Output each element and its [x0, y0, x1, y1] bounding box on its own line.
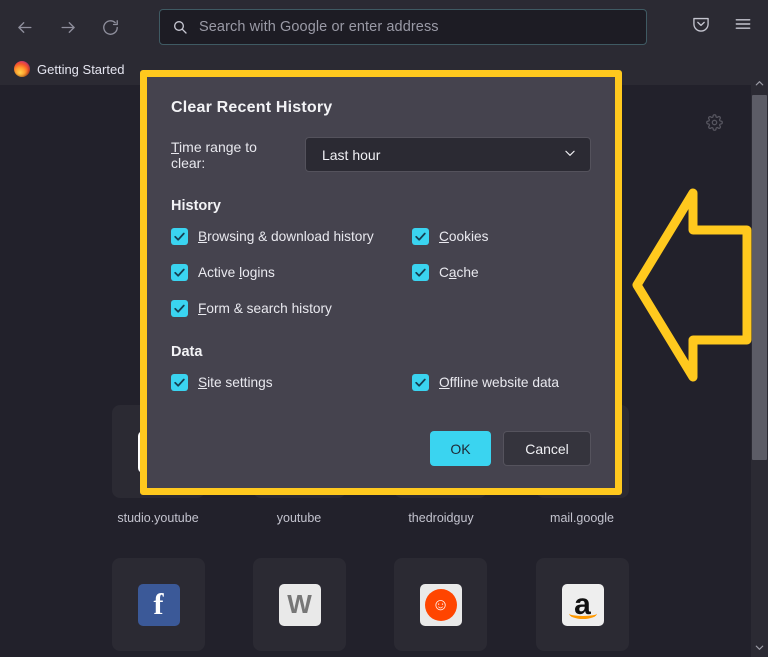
reddit-icon: ☺ [419, 583, 462, 626]
pocket-icon [691, 14, 711, 39]
bookmark-getting-started[interactable]: Getting Started [9, 59, 129, 79]
arrow-right-icon [59, 18, 78, 37]
time-range-selected-value: Last hour [321, 146, 381, 163]
back-button[interactable] [8, 11, 40, 43]
scrollbar-up-button[interactable] [751, 76, 768, 93]
checkmark-icon [171, 264, 188, 281]
label-rest: che [456, 265, 479, 280]
label-access-key: S [198, 375, 208, 390]
amazon-icon: a [561, 583, 604, 626]
forward-button[interactable] [52, 11, 84, 43]
history-checkbox-grid: Browsing & download history Cookies Acti… [171, 228, 591, 317]
shortcut-label: youtube [276, 511, 322, 525]
label-prefix: C [439, 265, 449, 280]
shortcut-label: thedroidguy [408, 511, 474, 525]
checkbox-label: Browsing & download history [198, 229, 374, 244]
checkbox-active-logins[interactable]: Active logins [171, 264, 412, 281]
facebook-icon: f [137, 583, 180, 626]
history-section: History Browsing & download history Cook… [171, 198, 591, 317]
cancel-button[interactable]: Cancel [503, 431, 591, 466]
label-rest: ffline website data [449, 375, 559, 390]
checkbox-offline-website-data[interactable]: Offline website data [412, 374, 591, 391]
checkbox-label: Cache [439, 265, 479, 280]
arrow-left-icon [15, 18, 34, 37]
shortcut-label: mail.google [550, 511, 614, 525]
shortcut-tile[interactable]: a [536, 558, 629, 651]
shortcut-label: studio.youtube [117, 511, 199, 525]
label-access-key: O [439, 375, 450, 390]
grid-spacer [412, 300, 591, 317]
bookmark-label: Getting Started [37, 61, 125, 77]
hamburger-menu-icon [733, 14, 753, 39]
label-access-key: B [198, 229, 208, 244]
checkmark-icon [412, 374, 429, 391]
checkbox-cache[interactable]: Cache [412, 264, 591, 281]
firefox-logo-icon [14, 61, 30, 77]
arrow-left-annotation [632, 188, 752, 382]
chevron-down-icon [563, 146, 577, 163]
scrollbar-thumb[interactable] [752, 95, 767, 460]
chevron-up-icon [754, 76, 765, 94]
label-rest: ite settings [207, 375, 273, 390]
label-access-key: C [439, 229, 449, 244]
shortcut-tile[interactable]: W [253, 558, 346, 651]
checkmark-icon [171, 374, 188, 391]
checkbox-label: Form & search history [198, 301, 332, 316]
dialog-title: Clear Recent History [171, 99, 333, 116]
checkbox-label: Active logins [198, 265, 275, 280]
time-range-label: Time range to clear: [171, 139, 286, 171]
checkmark-icon [171, 228, 188, 245]
address-bar[interactable]: Search with Google or enter address [159, 9, 647, 45]
chevron-down-icon [754, 640, 765, 657]
data-section: Data Site settings Offline website data [171, 344, 591, 391]
checkbox-browsing-download-history[interactable]: Browsing & download history [171, 228, 412, 245]
label-rest: ookies [448, 229, 489, 244]
personalize-button[interactable] [700, 111, 728, 139]
checkbox-label: Site settings [198, 375, 273, 390]
history-section-title: History [171, 198, 221, 214]
checkbox-form-search-history[interactable]: Form & search history [171, 300, 412, 317]
data-section-title: Data [171, 344, 203, 360]
label-rest: ogins [242, 265, 275, 280]
gear-icon [705, 114, 723, 136]
label-rest: rowsing & download history [207, 229, 374, 244]
pocket-button[interactable] [688, 13, 714, 39]
checkbox-cookies[interactable]: Cookies [412, 228, 591, 245]
clear-recent-history-dialog: Clear Recent History Time range to clear… [147, 77, 615, 488]
checkmark-icon [412, 264, 429, 281]
checkmark-icon [171, 300, 188, 317]
time-range-row: Time range to clear: Last hour [171, 137, 591, 172]
scrollbar-down-button[interactable] [751, 640, 768, 657]
wikipedia-icon: W [278, 583, 321, 626]
browser-window: Search with Google or enter address Gett… [0, 0, 768, 657]
time-range-label-text: ime range to clear: [171, 138, 257, 171]
ok-button[interactable]: OK [430, 431, 491, 466]
reload-button[interactable] [94, 11, 126, 43]
reload-icon [101, 18, 120, 37]
browser-toolbar: Search with Google or enter address [0, 0, 768, 55]
data-checkbox-grid: Site settings Offline website data [171, 374, 591, 391]
search-icon [172, 19, 188, 35]
checkbox-label: Cookies [439, 229, 488, 244]
label-access-key: a [448, 265, 457, 280]
time-range-access-key: T [171, 138, 180, 155]
dialog-button-row: OK Cancel [430, 431, 591, 466]
checkbox-site-settings[interactable]: Site settings [171, 374, 412, 391]
shortcut-tile[interactable]: f [112, 558, 205, 651]
label-rest: orm & search history [206, 301, 332, 316]
checkmark-icon [412, 228, 429, 245]
app-menu-button[interactable] [730, 13, 756, 39]
label-prefix: Active [198, 265, 240, 280]
checkbox-label: Offline website data [439, 375, 559, 390]
time-range-select[interactable]: Last hour [304, 137, 591, 172]
address-bar-placeholder: Search with Google or enter address [199, 19, 439, 35]
shortcut-tile[interactable]: ☺ [394, 558, 487, 651]
